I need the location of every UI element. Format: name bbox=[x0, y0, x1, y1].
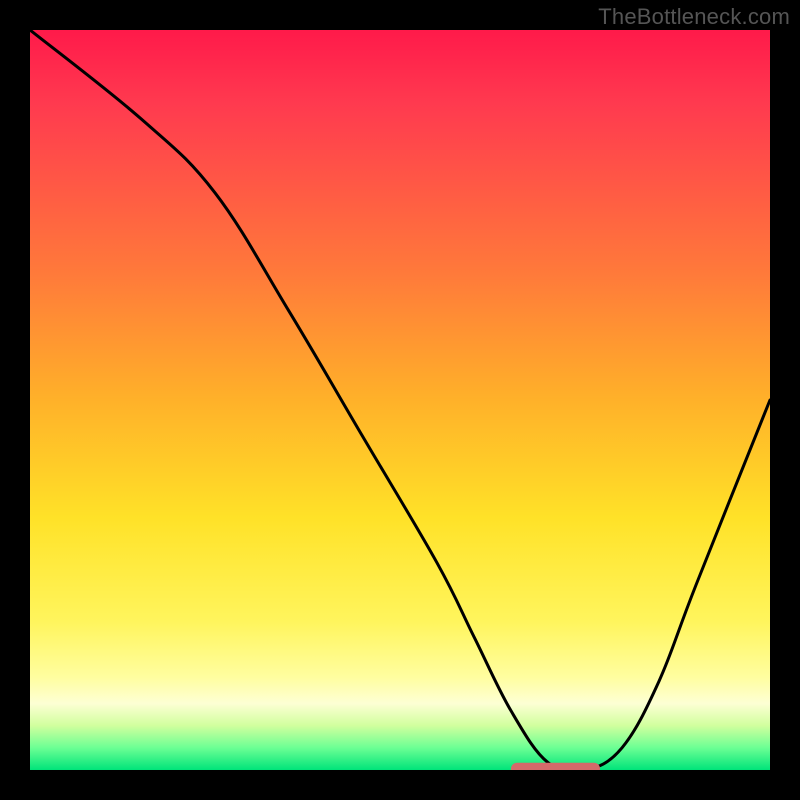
plot-area bbox=[30, 30, 770, 770]
chart-canvas: TheBottleneck.com bbox=[0, 0, 800, 800]
bottleneck-curve bbox=[30, 30, 770, 770]
watermark-text: TheBottleneck.com bbox=[598, 4, 790, 30]
bottleneck-curve-path bbox=[30, 30, 770, 770]
optimal-range-marker bbox=[511, 763, 600, 770]
